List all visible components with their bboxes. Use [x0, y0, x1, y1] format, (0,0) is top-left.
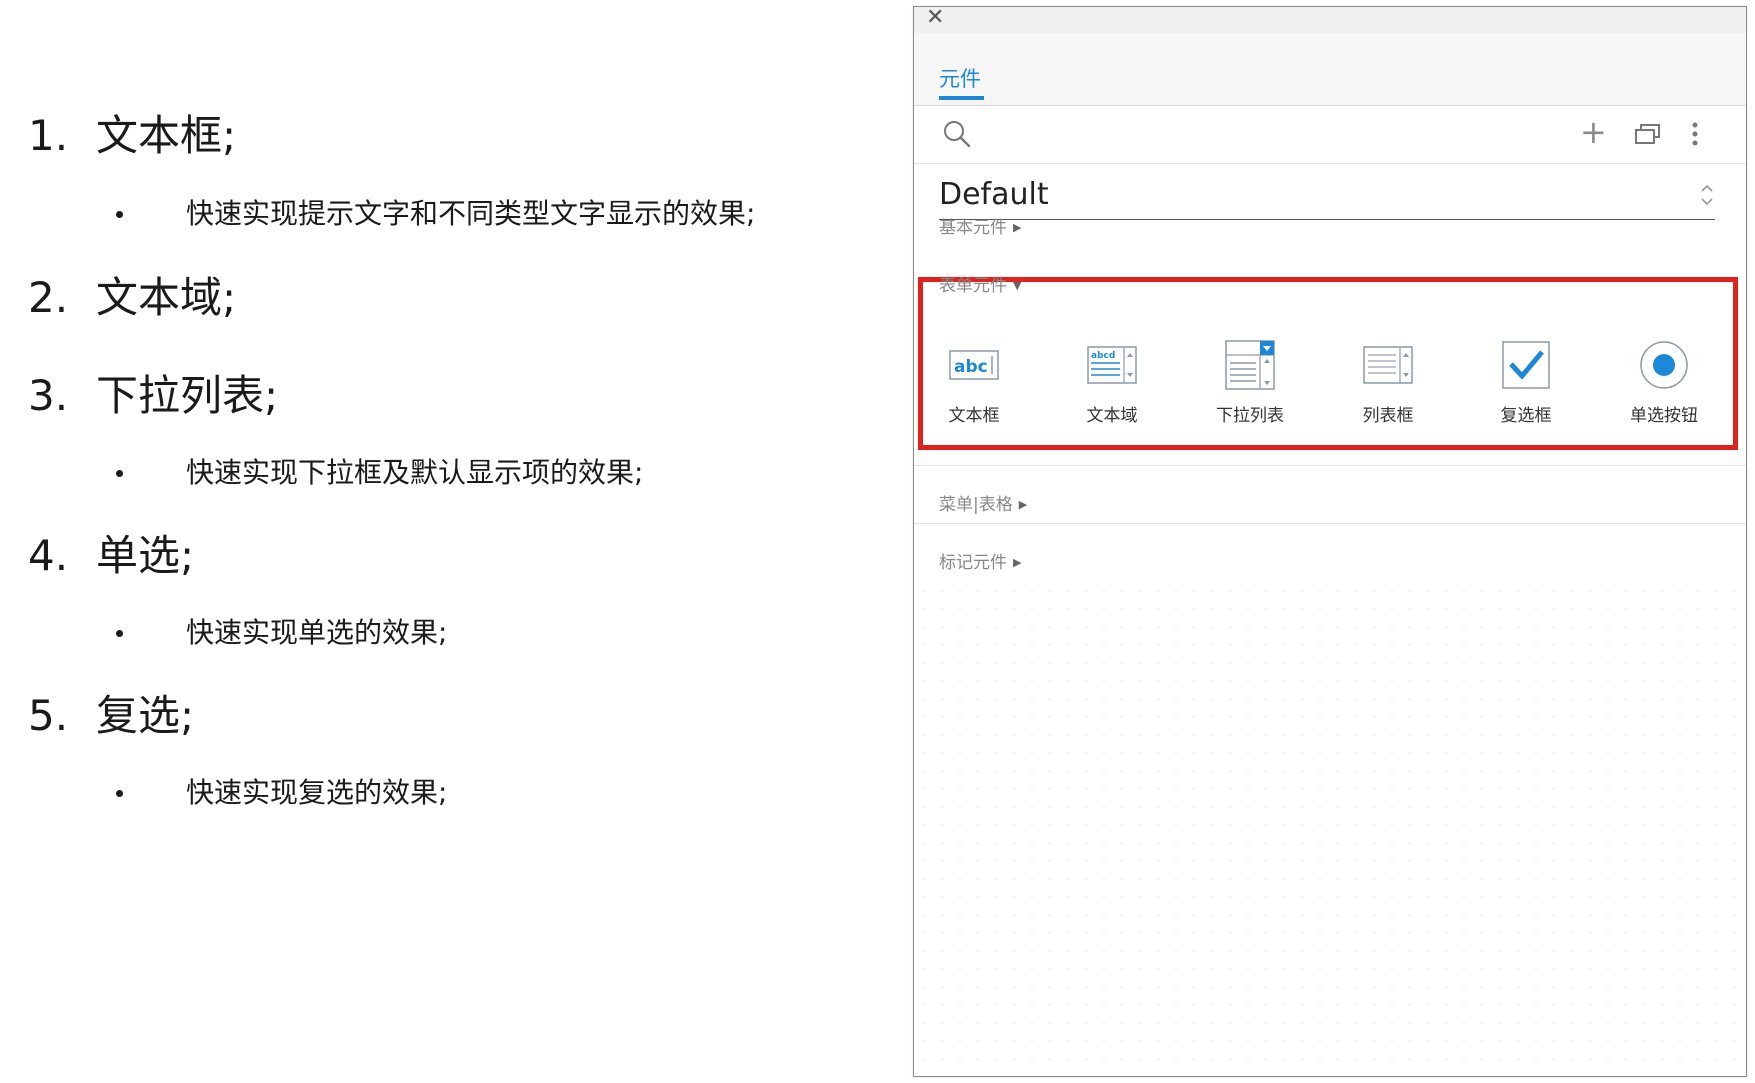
close-icon[interactable]: ✕ [926, 5, 944, 31]
widget-radio-button[interactable]: 单选按钮 [1609, 339, 1719, 426]
panel-empty-area [915, 582, 1745, 1075]
widgets-panel: ✕ 元件 + Default 基本元件 ▶ 表单元件 ▼ abc 文本框 abc… [913, 5, 1747, 1077]
select-updown-icon [1701, 184, 1713, 206]
section-form-widgets[interactable]: 表单元件 ▼ [939, 271, 1021, 296]
expand-arrow-icon: ▶ [1018, 498, 1028, 511]
item-title: 文本域; [96, 273, 237, 322]
add-library-icon[interactable]: + [1580, 116, 1607, 148]
bullet-text: 快速实现单选的效果; [186, 616, 448, 649]
more-options-icon[interactable] [1689, 120, 1701, 148]
list-box-icon [1362, 339, 1414, 391]
widget-label: 文本框 [948, 406, 1000, 426]
library-select-value: Default [939, 177, 1049, 212]
bullet-dot [116, 211, 123, 218]
library-select[interactable]: Default [939, 173, 1715, 220]
section-label: 标记元件 [939, 553, 1007, 573]
panel-titlebar: ✕ [914, 5, 1746, 33]
popout-window-icon[interactable] [1634, 122, 1662, 146]
tab-widgets[interactable]: 元件 [939, 63, 981, 93]
item-title: 文本框; [96, 111, 237, 160]
item-number: 5. [28, 691, 69, 740]
section-label: 表单元件 [939, 276, 1007, 296]
widget-text-area[interactable]: abcd 文本域 [1057, 339, 1167, 426]
item-title: 单选; [96, 531, 195, 580]
section-menu-table[interactable]: 菜单|表格 ▶ [939, 490, 1027, 515]
divider [914, 465, 1746, 466]
item-number: 2. [28, 273, 69, 322]
checkbox-icon [1500, 339, 1552, 391]
section-markup-widgets[interactable]: 标记元件 ▶ [939, 548, 1021, 573]
widget-label: 下拉列表 [1216, 406, 1284, 426]
outline-item-3: 3. 下拉列表; [28, 370, 278, 422]
text-area-icon: abcd [1086, 339, 1138, 391]
bullet-text: 快速实现复选的效果; [186, 776, 448, 809]
panel-toolbar: + [914, 106, 1746, 164]
widget-label: 文本域 [1086, 406, 1138, 426]
item-number: 1. [28, 111, 69, 160]
outline-item-1: 1. 文本框; [28, 110, 236, 162]
widget-label: 单选按钮 [1630, 406, 1698, 426]
expand-arrow-icon: ▶ [1013, 221, 1022, 234]
bullet-dot [116, 470, 123, 477]
section-label: 基本元件 [939, 218, 1007, 238]
widget-checkbox[interactable]: 复选框 [1471, 339, 1581, 426]
divider [914, 523, 1746, 524]
droplist-icon [1224, 339, 1276, 391]
radio-button-icon [1638, 339, 1690, 391]
expand-arrow-icon: ▶ [1013, 556, 1022, 569]
widget-list-box[interactable]: 列表框 [1333, 339, 1443, 426]
panel-tabbar: 元件 [914, 33, 1746, 106]
item-title: 复选; [96, 691, 195, 740]
active-tab-indicator [939, 96, 984, 100]
text-area-icon-text: abcd [1091, 351, 1115, 361]
bullet-text: 快速实现提示文字和不同类型文字显示的效果; [186, 197, 756, 230]
widget-label: 复选框 [1500, 406, 1552, 426]
search-icon[interactable] [942, 119, 972, 149]
item-title: 下拉列表; [96, 371, 279, 420]
bullet-dot [116, 630, 123, 637]
text-field-icon-text: abc [954, 357, 988, 377]
item-number: 4. [28, 531, 69, 580]
outline-item-5: 5. 复选; [28, 690, 194, 742]
section-basic-widgets[interactable]: 基本元件 ▶ [939, 213, 1021, 238]
outline-list: 1. 文本框; 快速实现提示文字和不同类型文字显示的效果; 2. 文本域; 3. 下拉… [0, 0, 900, 1083]
bullet-dot [116, 790, 123, 797]
widget-droplist[interactable]: 下拉列表 [1195, 339, 1305, 426]
outline-item-2: 2. 文本域; [28, 272, 236, 324]
outline-item-4: 4. 单选; [28, 530, 194, 582]
bullet-text: 快速实现下拉框及默认显示项的效果; [186, 456, 644, 489]
item-number: 3. [28, 371, 69, 420]
collapse-arrow-icon: ▼ [1013, 279, 1022, 292]
section-label: 菜单|表格 [939, 495, 1013, 515]
widget-text-field[interactable]: abc 文本框 [919, 339, 1029, 426]
text-field-icon: abc [948, 339, 1000, 391]
widget-label: 列表框 [1362, 406, 1414, 426]
